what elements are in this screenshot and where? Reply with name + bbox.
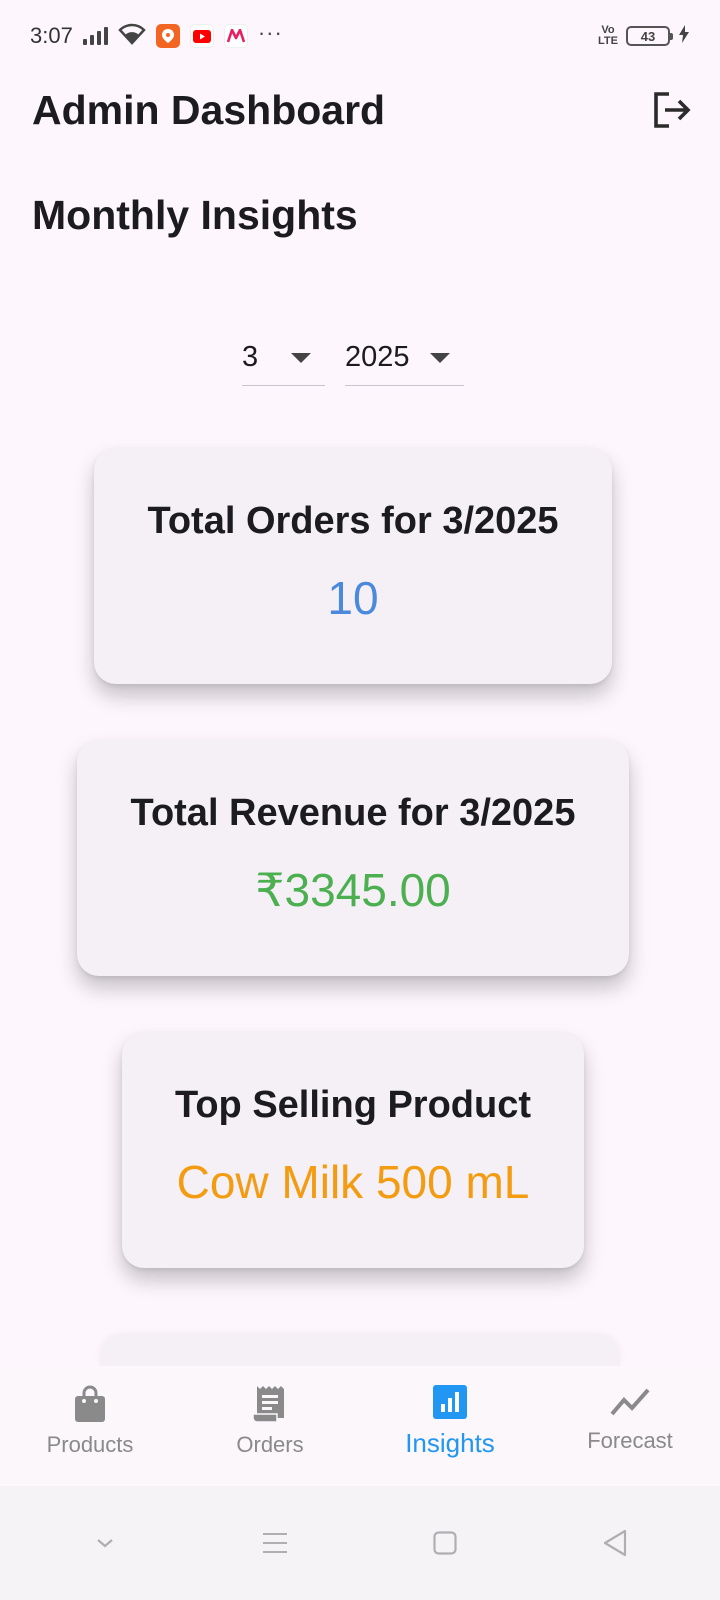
trending-up-icon [610,1388,650,1416]
back-icon [603,1529,627,1557]
app-bar: Admin Dashboard [0,72,720,148]
youtube-icon [189,24,214,48]
battery-level: 43 [640,28,656,44]
month-value: 3 [242,341,259,373]
nav-label-forecast: Forecast [587,1428,673,1453]
chevron-down-icon [291,352,311,363]
charging-icon [678,24,690,48]
revenue-card: Total Revenue for 3/2025 ₹3345.00 [77,740,629,976]
more-notifications-icon: ··· [257,20,283,45]
signal-icon [82,27,108,45]
orders-card-value: 10 [327,572,379,624]
bottom-navigation: Products Orders Insights Forecast [0,1366,720,1486]
logout-button[interactable] [648,86,696,134]
status-bar: 3:07 ··· Vo LTE 43 [0,0,720,72]
orders-card: Total Orders for 3/2025 10 [94,448,612,684]
home-button[interactable] [415,1523,475,1563]
status-left: 3:07 ··· [30,20,283,50]
notification-app-icon [155,24,180,48]
insights-icon [433,1385,467,1419]
status-time: 3:07 [30,23,73,48]
system-navigation-bar [0,1486,720,1600]
top-product-card: Top Selling Product Cow Milk 500 mL [122,1032,584,1268]
wifi-icon [118,23,146,50]
status-right: Vo LTE 43 [598,24,690,48]
myntra-icon [223,24,248,48]
chevron-down-icon [97,1539,113,1548]
nav-item-orders[interactable]: Orders [180,1366,360,1486]
next-card-partial [100,1336,620,1366]
year-value: 2025 [345,341,410,373]
back-button[interactable] [585,1523,645,1563]
nav-item-products[interactable]: Products [0,1366,180,1486]
nav-label-products: Products [46,1432,134,1457]
menu-button[interactable] [245,1523,305,1563]
battery-icon: 43 [626,26,673,46]
revenue-card-value: ₹3345.00 [255,864,451,916]
page-title: Admin Dashboard [32,86,386,133]
nav-item-insights[interactable]: Insights [360,1366,540,1486]
home-icon [433,1531,457,1555]
collapse-button[interactable] [75,1523,135,1563]
section-title: Monthly Insights [32,192,358,238]
orders-card-title: Total Orders for 3/2025 [147,500,559,542]
menu-icon [263,1533,287,1553]
volte-indicator: Vo LTE [598,24,618,47]
revenue-card-title: Total Revenue for 3/2025 [130,792,576,834]
top-product-card-value: Cow Milk 500 mL [176,1156,530,1208]
screen: 3:07 ··· Vo LTE 43 Admin Dashboard Month… [0,0,720,1600]
logout-icon [654,92,691,128]
shopping-bag-icon [75,1385,105,1422]
receipt-icon [252,1386,284,1423]
year-dropdown[interactable]: 2025 [345,330,464,386]
month-dropdown[interactable]: 3 [242,330,325,386]
nav-label-orders: Orders [236,1432,304,1457]
nav-label-insights: Insights [405,1428,495,1458]
nav-item-forecast[interactable]: Forecast [540,1366,720,1486]
chevron-down-icon [430,352,450,363]
top-product-card-title: Top Selling Product [174,1084,532,1126]
